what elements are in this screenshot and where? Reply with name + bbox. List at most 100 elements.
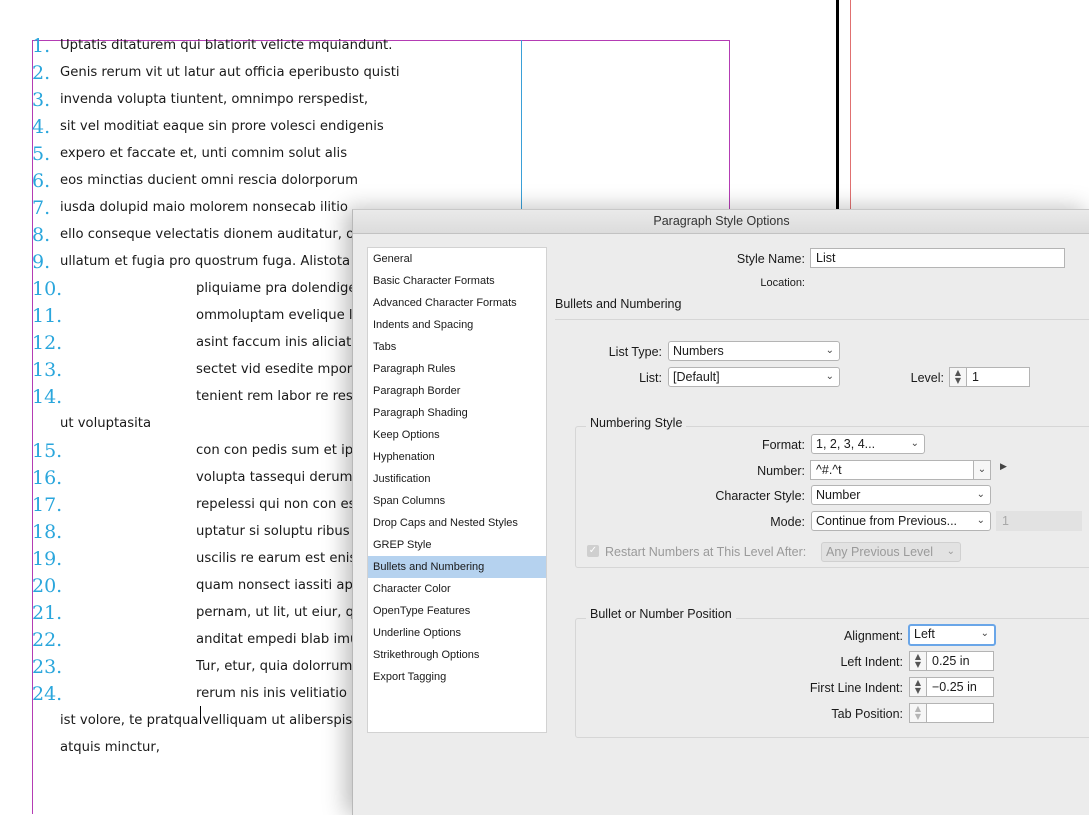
mode-select[interactable]: Continue from Previous... ⌄ (811, 511, 991, 531)
sidebar-item-span-columns[interactable]: Span Columns (368, 490, 546, 512)
left-indent-label: Left Indent: (840, 655, 903, 669)
style-name-label: Style Name: (736, 252, 805, 266)
format-select[interactable]: 1, 2, 3, 4... ⌄ (811, 434, 925, 454)
list-item-text: pliquiame pra dolendige (196, 281, 357, 296)
sidebar-item-hyphenation[interactable]: Hyphenation (368, 446, 546, 468)
left-indent-input[interactable]: 0.25 in (926, 651, 994, 671)
sidebar-item-character-color[interactable]: Character Color (368, 578, 546, 600)
sidebar-item-justification[interactable]: Justification (368, 468, 546, 490)
list-item-text: pernam, ut lit, ut eiur, qu (196, 605, 363, 620)
sidebar-item-underline-options[interactable]: Underline Options (368, 622, 546, 644)
list-item-text: invenda volupta tiuntent, omnimpo rerspe… (60, 92, 369, 107)
list-item-text: ullatum et fugia pro quostrum fuga. Alis… (60, 254, 351, 269)
sidebar-item-indents-and-spacing[interactable]: Indents and Spacing (368, 314, 546, 336)
mode-label: Mode: (770, 515, 805, 529)
sidebar-item-strikethrough-options[interactable]: Strikethrough Options (368, 644, 546, 666)
list-item-text: sectet vid esedite mporc (196, 362, 360, 377)
style-name-input[interactable]: List (810, 248, 1065, 268)
sidebar-item-paragraph-shading[interactable]: Paragraph Shading (368, 402, 546, 424)
list-item-text: ommoluptam evelique l (196, 308, 353, 323)
list-number: 9. (32, 251, 51, 273)
chevron-down-icon: ⌄ (946, 546, 955, 557)
sidebar-item-paragraph-rules[interactable]: Paragraph Rules (368, 358, 546, 380)
list-item-text: Genis rerum vit ut latur aut officia epe… (60, 65, 400, 80)
list-number: 22. (32, 629, 63, 651)
sidebar-item-basic-character-formats[interactable]: Basic Character Formats (368, 270, 546, 292)
list-number: 23. (32, 656, 63, 678)
character-style-value: Number (816, 488, 861, 502)
list-number: 12. (32, 332, 63, 354)
list-item-text: sit vel moditiat eaque sin prore volesci… (60, 119, 384, 134)
list-number: 1. (32, 35, 51, 57)
list-number: 7. (32, 197, 51, 219)
list-number: 4. (32, 116, 51, 138)
list-item-text: anditat empedi blab imu (196, 632, 359, 647)
bleed-guide-line (850, 0, 851, 214)
number-combo[interactable]: ^#.^t ⌄ (810, 460, 991, 480)
list-number: 24. (32, 683, 63, 705)
list-item-text: uscilis re earum est enis (196, 551, 357, 566)
spinner-arrows-icon: ▲ ▼ (914, 704, 922, 721)
list-select[interactable]: [Default] ⌄ (668, 367, 840, 387)
list-item-text: Tur, etur, quia dolorrum (196, 659, 353, 674)
list-number: 13. (32, 359, 63, 381)
list-item-text: atquis minctur, (60, 740, 160, 755)
level-spinner[interactable]: ▲ ▼ (949, 367, 967, 387)
list-number: 10. (32, 278, 63, 300)
character-style-select[interactable]: Number ⌄ (811, 485, 991, 505)
sidebar-item-opentype-features[interactable]: OpenType Features (368, 600, 546, 622)
text-cursor (200, 706, 201, 724)
restart-level-select: Any Previous Level ⌄ (821, 542, 961, 562)
sidebar-item-drop-caps-and-nested-styles[interactable]: Drop Caps and Nested Styles (368, 512, 546, 534)
list-number: 14. (32, 386, 63, 408)
mode-value: Continue from Previous... (816, 514, 958, 528)
spinner-arrows-icon: ▲ ▼ (914, 678, 922, 695)
list-number: 5. (32, 143, 51, 165)
list-number: 20. (32, 575, 63, 597)
mode-start-number: 1 (996, 511, 1082, 531)
list-item-text: ello conseque velectatis dionem auditatu… (60, 227, 355, 242)
number-value: ^#.^t (816, 463, 842, 477)
list-number: 17. (32, 494, 63, 516)
dialog-titlebar[interactable]: Paragraph Style Options (353, 210, 1089, 234)
sidebar-item-bullets-and-numbering[interactable]: Bullets and Numbering (368, 556, 546, 578)
list-item-text: tenient rem labor re res (196, 389, 353, 404)
sidebar-item-advanced-character-formats[interactable]: Advanced Character Formats (368, 292, 546, 314)
list-type-label: List Type: (608, 345, 662, 359)
restart-numbers-checkbox[interactable]: ✓ (587, 545, 599, 557)
tab-position-spinner: ▲ ▼ (909, 703, 927, 723)
page-edge-line (836, 0, 839, 214)
list-item-text: rerum nis inis velitiatio (196, 686, 347, 701)
level-input[interactable]: 1 (966, 367, 1030, 387)
sidebar-item-paragraph-border[interactable]: Paragraph Border (368, 380, 546, 402)
list-item-text: iusda dolupid maio molorem nonsecab ilit… (60, 200, 348, 215)
format-value: 1, 2, 3, 4... (816, 437, 876, 451)
list-type-select[interactable]: Numbers ⌄ (668, 341, 840, 361)
sidebar-item-grep-style[interactable]: GREP Style (368, 534, 546, 556)
list-number: 2. (32, 62, 51, 84)
chevron-down-icon: ⌄ (980, 628, 989, 639)
paragraph-style-options-dialog: Paragraph Style Options General Basic Cha… (352, 209, 1089, 815)
sidebar-item-tabs[interactable]: Tabs (368, 336, 546, 358)
sidebar-item-export-tagging[interactable]: Export Tagging (368, 666, 546, 688)
left-indent-spinner[interactable]: ▲ ▼ (909, 651, 927, 671)
insert-special-character-icon[interactable]: ▶ (1000, 462, 1007, 472)
spinner-arrows-icon: ▲ ▼ (914, 652, 922, 669)
sidebar-item-keep-options[interactable]: Keep Options (368, 424, 546, 446)
tab-position-label: Tab Position: (831, 707, 903, 721)
first-line-indent-spinner[interactable]: ▲ ▼ (909, 677, 927, 697)
text-frame-right-edge (729, 40, 730, 220)
list-item-text: con con pedis sum et ips (196, 443, 360, 458)
first-line-indent-label: First Line Indent: (809, 681, 903, 695)
first-line-indent-input[interactable]: −0.25 in (926, 677, 994, 697)
alignment-select[interactable]: Left ⌄ (908, 624, 996, 646)
sidebar-item-general[interactable]: General (368, 248, 546, 270)
character-style-label: Character Style: (715, 489, 805, 503)
list-number: 19. (32, 548, 63, 570)
list-item-text: ist volore, te pratqua velliquam ut alib… (60, 713, 353, 728)
list-item-text: Uptatis ditaturem qui blatiorit velicte … (60, 38, 393, 53)
tab-position-input[interactable] (926, 703, 994, 723)
chevron-down-icon: ⌄ (825, 345, 834, 356)
chevron-down-icon[interactable]: ⌄ (973, 460, 991, 480)
chevron-down-icon: ⌄ (976, 489, 985, 500)
